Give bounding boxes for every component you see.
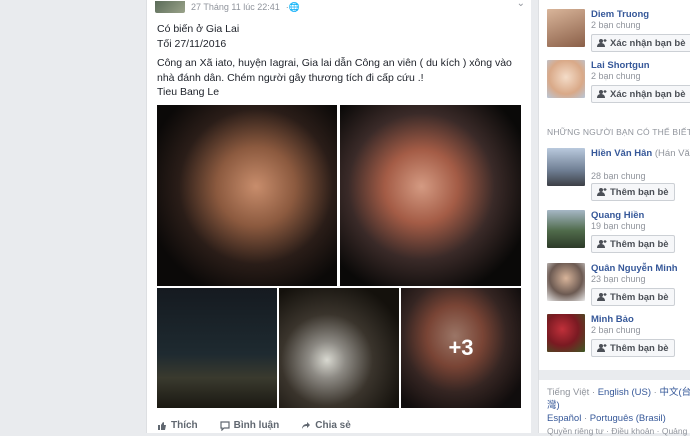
friend-avatar[interactable]	[547, 60, 585, 98]
friend-avatar[interactable]	[547, 148, 585, 186]
people-you-may-know-title[interactable]: NHỮNG NGƯỜI BẠN CÓ THỂ BIẾT	[547, 127, 690, 137]
post-timestamp[interactable]: 27 Tháng 11 lúc 22:41	[191, 2, 280, 12]
friend-name[interactable]: Quang Hiền	[591, 210, 644, 221]
language-line-2: Español · Português (Brasil)	[547, 413, 666, 424]
post-header: 27 Tháng 11 lúc 22:41 ·🌐	[155, 0, 300, 14]
add-friend-label: Thêm bạn bè	[610, 238, 669, 250]
right-gutter	[531, 0, 538, 433]
photo-1[interactable]	[157, 105, 337, 286]
like-button[interactable]: Thích	[157, 418, 198, 433]
comment-label: Bình luận	[233, 420, 280, 431]
friend-name[interactable]: Minh Bảo	[591, 314, 634, 325]
friend-suggestion-item: Hiền Văn Hân (Hán Văn Hiền) 28 bạn chung…	[547, 148, 690, 201]
language-link-portuguese[interactable]: Português (Brasil)	[590, 413, 666, 424]
photo-2[interactable]	[340, 105, 521, 286]
language-link-english[interactable]: English (US)	[598, 387, 651, 398]
photo-4[interactable]	[279, 288, 399, 408]
confirm-friend-button[interactable]: Xác nhận bạn bè	[591, 85, 690, 103]
friend-name[interactable]: Diem Truong	[591, 9, 649, 20]
left-background	[0, 0, 146, 433]
add-friend-icon	[597, 344, 607, 352]
post-subtitle: Tối 27/11/2016	[157, 37, 227, 50]
friend-suggestion-item: Minh Bảo 2 bạn chung Thêm bạn bè	[547, 314, 690, 364]
post-author-line: Tieu Bang Le	[157, 86, 220, 98]
post-actions: Thích Bình luận Chia sẻ	[157, 418, 351, 433]
friend-avatar[interactable]	[547, 314, 585, 352]
share-icon	[302, 421, 311, 429]
post-card: 27 Tháng 11 lúc 22:41 ·🌐 ⌄ Có biến ở Gia…	[146, 0, 532, 433]
mutual-friends[interactable]: 2 bạn chung	[591, 20, 641, 30]
friend-request-item: Lai Shortgun 2 bạn chung Xác nhận bạn bè	[547, 60, 690, 110]
friend-avatar[interactable]	[547, 210, 585, 248]
post-text: Có biến ở Gia Lai Tối 27/11/2016 Công an…	[157, 22, 523, 100]
add-friend-icon	[597, 293, 607, 301]
share-button[interactable]: Chia sẻ	[301, 418, 351, 433]
language-link-spanish[interactable]: Español	[547, 413, 581, 424]
mutual-friends[interactable]: 23 bạn chung	[591, 274, 646, 284]
friend-request-item: Diem Truong 2 bạn chung Xác nhận bạn bè	[547, 9, 690, 59]
sidebar-separator	[539, 370, 690, 380]
photo-5[interactable]: +3	[401, 288, 521, 408]
photo-3[interactable]	[157, 288, 277, 408]
confirm-friend-label: Xác nhận bạn bè	[610, 88, 686, 100]
add-friend-label: Thêm bạn bè	[610, 186, 669, 198]
friend-name[interactable]: Hiền Văn Hân (Hán Văn Hiền)	[591, 148, 690, 159]
add-friend-button[interactable]: Thêm bạn bè	[591, 339, 675, 357]
mutual-friends[interactable]: 19 bạn chung	[591, 221, 646, 231]
mutual-friends[interactable]: 2 bạn chung	[591, 71, 641, 81]
thumbs-up-icon	[158, 421, 166, 430]
comment-button[interactable]: Bình luận	[220, 418, 280, 433]
add-friend-button[interactable]: Thêm bạn bè	[591, 288, 675, 306]
post-body: Công an Xã iato, huyện Iagrai, Gia lai d…	[157, 57, 512, 84]
add-friend-button[interactable]: Thêm bạn bè	[591, 183, 675, 201]
friend-alt-name: (Hán Văn Hiền)	[654, 148, 690, 159]
like-label: Thích	[171, 420, 198, 431]
add-friend-icon	[597, 90, 607, 98]
friend-suggestion-item: Quang Hiền 19 bạn chung Thêm bạn bè	[547, 210, 690, 260]
right-sidebar: Diem Truong 2 bạn chung Xác nhận bạn bè …	[538, 0, 690, 436]
add-friend-icon	[597, 240, 607, 248]
share-label: Chia sẻ	[315, 420, 351, 431]
friend-avatar[interactable]	[547, 9, 585, 47]
add-friend-icon	[597, 188, 607, 196]
confirm-friend-button[interactable]: Xác nhận bạn bè	[591, 34, 690, 52]
friend-name-text: Hiền Văn Hân	[591, 148, 653, 159]
friend-suggestion-item: Quân Nguyễn Minh 23 bạn chung Thêm bạn b…	[547, 263, 690, 313]
mutual-friends[interactable]: 28 bạn chung	[591, 171, 646, 181]
comment-icon	[220, 420, 230, 431]
friend-avatar[interactable]	[547, 263, 585, 301]
more-photos-overlay[interactable]: +3	[401, 288, 521, 408]
post-options-chevron-icon[interactable]: ⌄	[517, 0, 525, 9]
sidebar-footer-links[interactable]: Quyền riêng tư · Điều khoản · Quảng	[547, 426, 687, 436]
friend-name[interactable]: Quân Nguyễn Minh	[591, 263, 678, 274]
add-friend-button[interactable]: Thêm bạn bè	[591, 235, 675, 253]
photo-grid: +3	[157, 105, 521, 408]
add-friend-label: Thêm bạn bè	[610, 291, 669, 303]
friend-name[interactable]: Lai Shortgun	[591, 60, 650, 71]
add-friend-icon	[597, 39, 607, 47]
language-current: Tiếng Việt	[547, 387, 590, 398]
add-friend-label: Thêm bạn bè	[610, 342, 669, 354]
author-avatar[interactable]	[155, 1, 185, 13]
confirm-friend-label: Xác nhận bạn bè	[610, 37, 686, 49]
language-line-1: Tiếng Việt · English (US) · 中文(台灣)	[547, 387, 690, 411]
globe-icon: ·🌐	[285, 1, 300, 12]
post-title: Có biến ở Gia Lai	[157, 23, 240, 35]
language-selector: Tiếng Việt · English (US) · 中文(台灣) Españ…	[547, 386, 690, 425]
mutual-friends[interactable]: 2 bạn chung	[591, 325, 641, 335]
